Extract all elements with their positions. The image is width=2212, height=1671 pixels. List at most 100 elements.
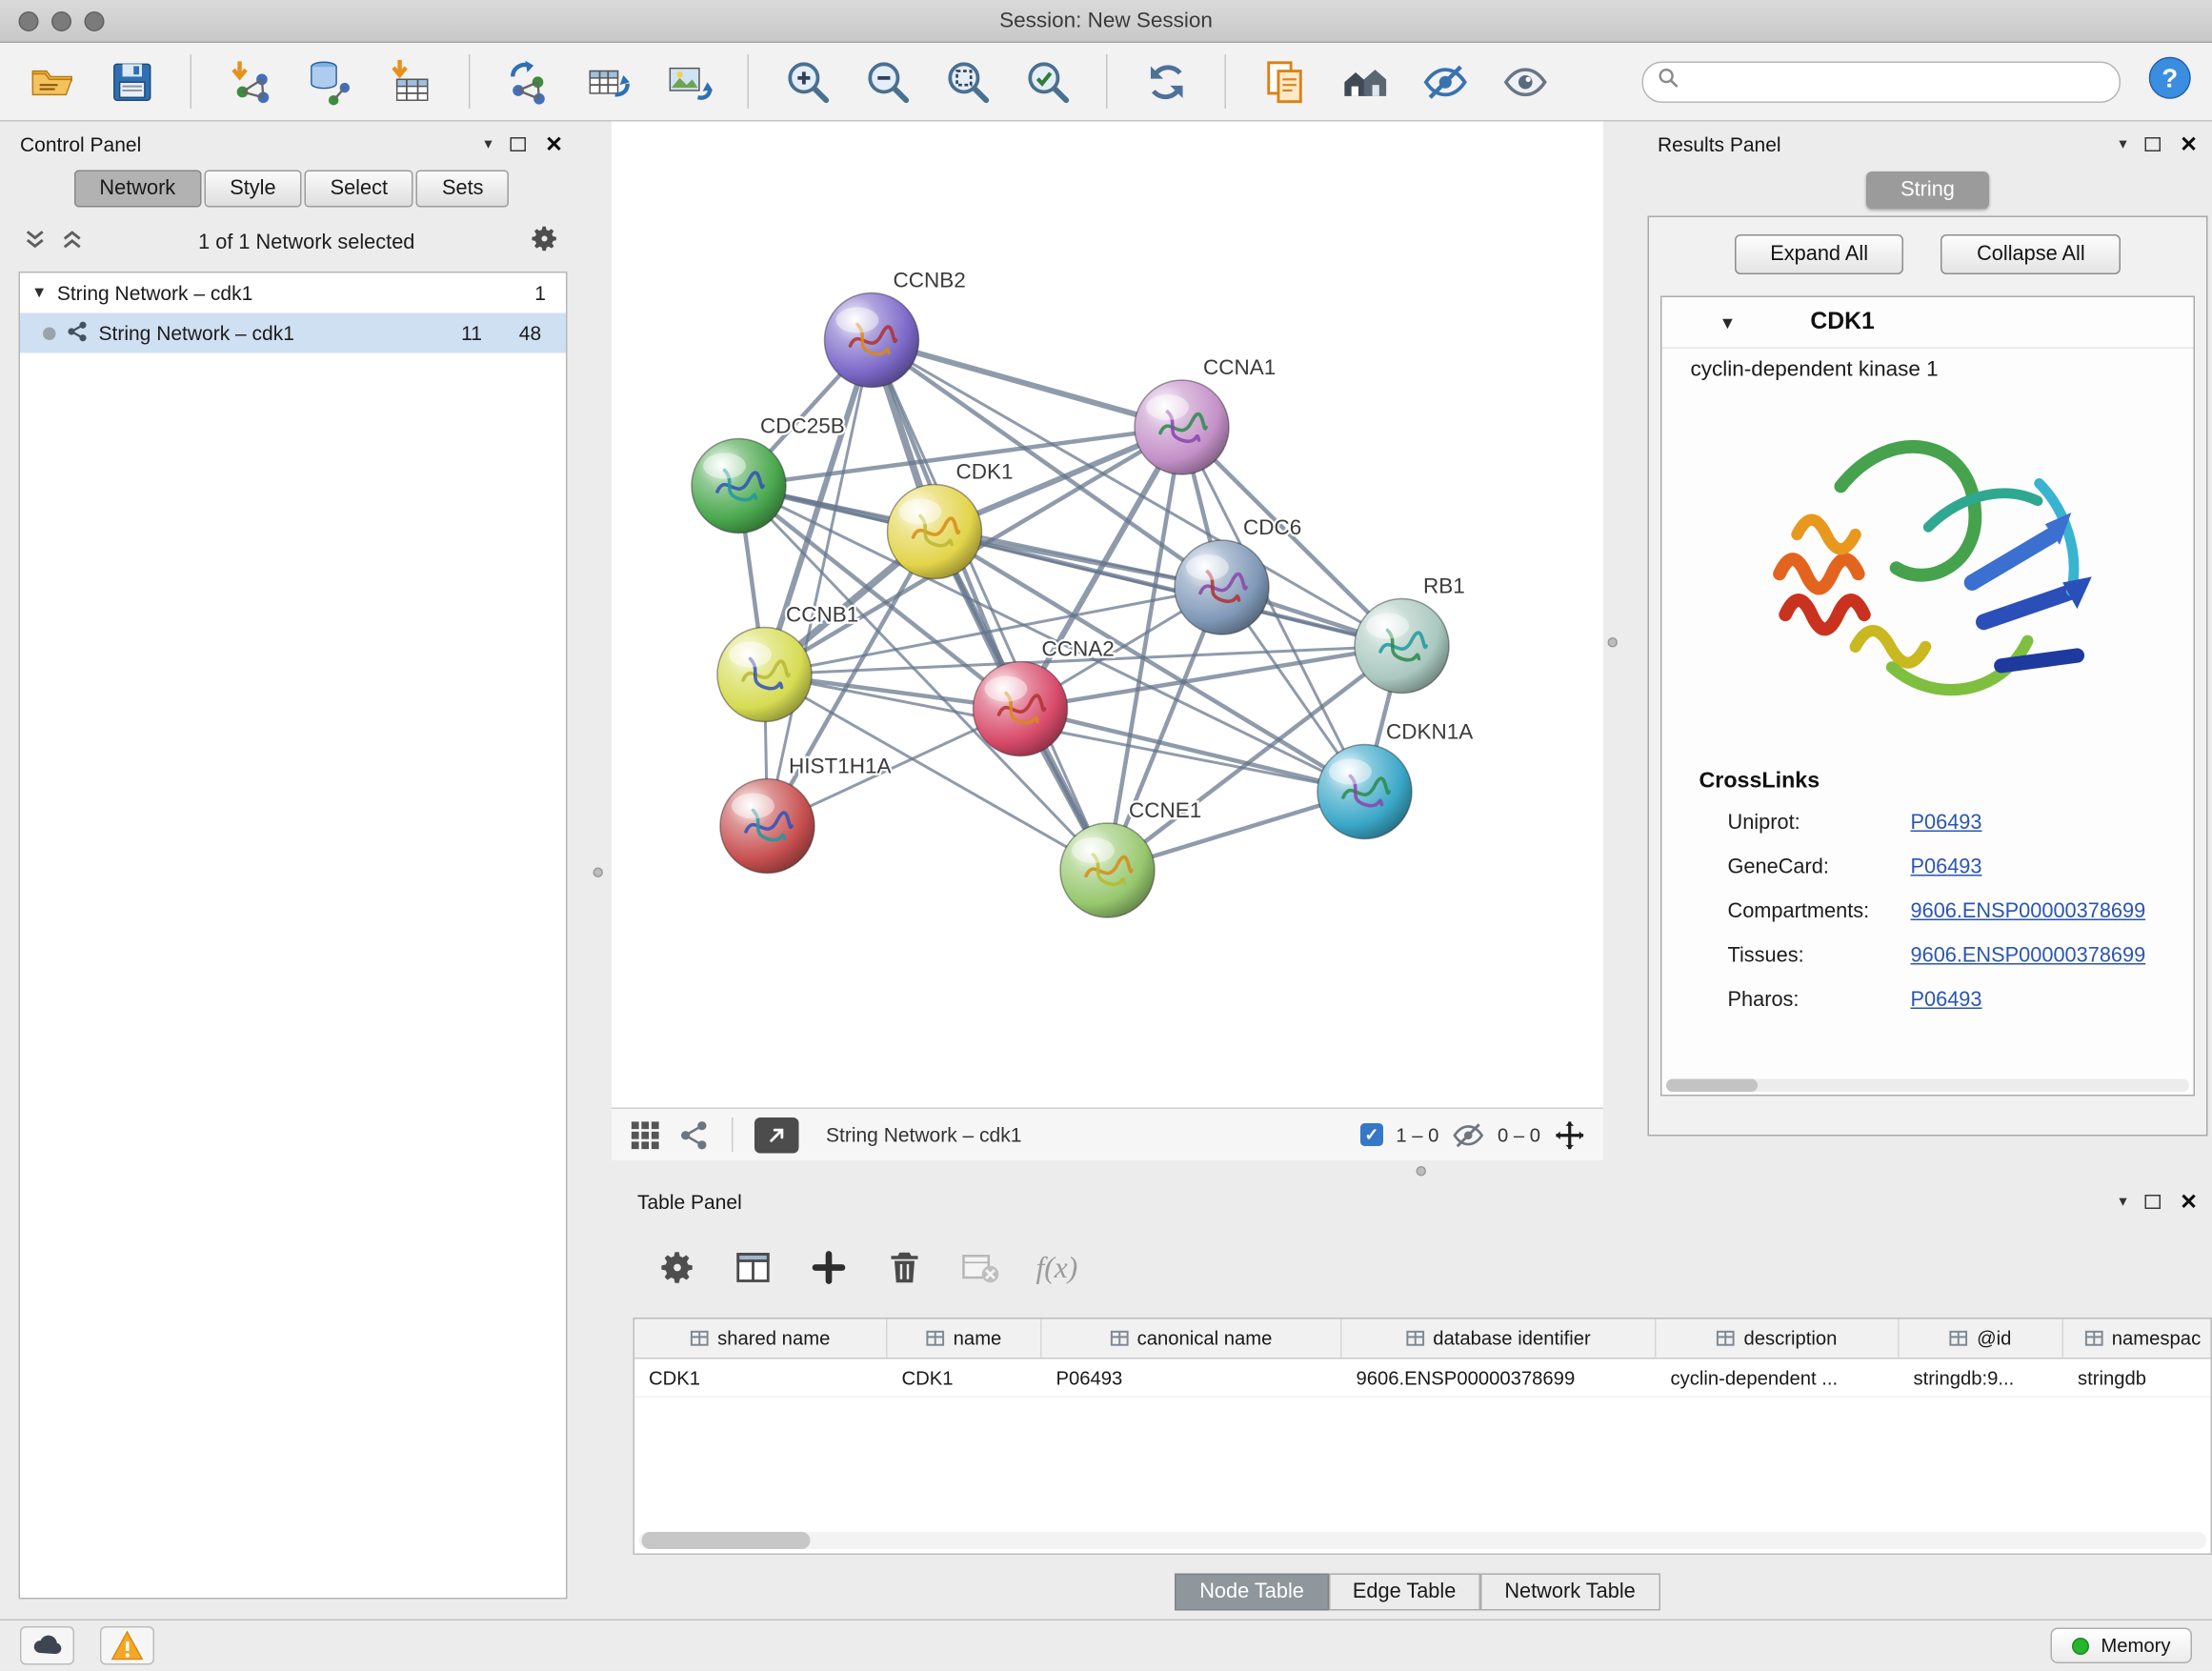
detach-view-button[interactable]	[754, 1117, 799, 1153]
network-edge[interactable]	[1020, 709, 1365, 792]
network-node-cdk1[interactable]	[888, 485, 982, 579]
import-table-file-button[interactable]	[376, 50, 445, 113]
crosslink-link[interactable]: P06493	[1911, 811, 1982, 834]
network-canvas[interactable]: CCNB2CCNA1CDC25BCDK1CDC6RB1CCNB1CCNA2CDK…	[612, 122, 1603, 1108]
results-scrollbar[interactable]	[1666, 1079, 2189, 1093]
show-all-button[interactable]	[1491, 50, 1559, 113]
table-cell[interactable]: stringdb:9...	[1900, 1359, 2064, 1397]
zoom-out-button[interactable]	[854, 50, 922, 113]
table-options-gear-icon[interactable]	[657, 1248, 697, 1288]
network-edge[interactable]	[872, 340, 1182, 428]
network-row-selected[interactable]: String Network – cdk1 11 48	[20, 313, 566, 353]
zoom-fit-button[interactable]	[934, 50, 1002, 113]
column-header-description[interactable]: description	[1657, 1319, 1900, 1359]
refresh-network-button[interactable]	[1132, 50, 1200, 113]
network-node-ccnb1[interactable]	[717, 628, 812, 722]
tab-network-table[interactable]: Network Table	[1480, 1574, 1659, 1611]
panel-float-icon[interactable]	[2145, 1194, 2162, 1208]
tab-network[interactable]: Network	[73, 171, 201, 208]
panel-menu-icon[interactable]: ▾	[484, 134, 492, 153]
memory-button[interactable]: Memory	[2051, 1628, 2192, 1664]
import-network-database-button[interactable]	[296, 50, 365, 113]
search-input[interactable]	[1689, 70, 2105, 92]
help-button[interactable]: ?	[2143, 56, 2195, 108]
selection-indicator-checkbox[interactable]: ✓	[1360, 1123, 1383, 1146]
network-node-cdc25b[interactable]	[692, 439, 786, 534]
show-columns-icon[interactable]	[734, 1248, 774, 1288]
expand-all-icon[interactable]	[23, 227, 48, 258]
panel-close-icon[interactable]: ✕	[2180, 1188, 2198, 1214]
export-image-button[interactable]	[654, 50, 723, 113]
network-node-hist1h1a[interactable]	[720, 779, 814, 874]
tab-string[interactable]: String	[1866, 171, 1989, 209]
function-builder-button[interactable]: f(x)	[1036, 1251, 1078, 1288]
table-cell[interactable]: stringdb	[2063, 1359, 2212, 1397]
network-node-cdkn1a[interactable]	[1317, 745, 1412, 839]
splitter-handle[interactable]	[1417, 1166, 1427, 1177]
crosslink-link[interactable]: 9606.ENSP00000378699	[1911, 899, 2146, 922]
search-box[interactable]	[1642, 61, 2122, 103]
tab-node-table[interactable]: Node Table	[1176, 1574, 1329, 1611]
zoom-selected-button[interactable]	[1014, 50, 1082, 113]
new-network-from-selection-button[interactable]	[494, 50, 563, 113]
results-scrollbar-thumb[interactable]	[1666, 1079, 1758, 1093]
network-node-ccnb2[interactable]	[825, 293, 919, 388]
table-row[interactable]: CDK1CDK1P064939606.ENSP00000378699cyclin…	[634, 1359, 2211, 1399]
network-edge[interactable]	[872, 340, 1108, 871]
table-scrollbar-thumb[interactable]	[642, 1532, 811, 1549]
network-node-ccna2[interactable]	[974, 662, 1068, 756]
table-cell[interactable]: CDK1	[634, 1359, 888, 1397]
hide-selected-button[interactable]	[1411, 50, 1479, 113]
tab-sets[interactable]: Sets	[416, 171, 510, 208]
panel-close-icon[interactable]: ✕	[545, 131, 563, 156]
show-graphics-details-button[interactable]	[1251, 50, 1319, 113]
gene-header[interactable]: ▼ CDK1	[1662, 297, 2194, 349]
minimize-window-button[interactable]	[51, 11, 71, 31]
hidden-items-eye-icon[interactable]	[1452, 1118, 1485, 1152]
column-header-canonical-name[interactable]: canonical name	[1042, 1319, 1342, 1359]
birdseye-view-icon[interactable]	[629, 1118, 662, 1152]
column-header-name[interactable]: name	[888, 1319, 1042, 1359]
network-node-rb1[interactable]	[1355, 599, 1449, 694]
column-header--id[interactable]: @id	[1900, 1319, 2064, 1359]
close-window-button[interactable]	[19, 11, 39, 31]
delete-column-trash-icon[interactable]	[885, 1248, 925, 1288]
warning-button[interactable]	[100, 1626, 154, 1665]
table-cell[interactable]: P06493	[1042, 1359, 1342, 1397]
panel-close-icon[interactable]: ✕	[2180, 131, 2198, 156]
create-column-plus-icon[interactable]	[809, 1248, 849, 1288]
table-cell[interactable]: cyclin-dependent ...	[1657, 1359, 1900, 1397]
network-node-ccna1[interactable]	[1135, 380, 1229, 474]
network-collection-row[interactable]: ▼ String Network – cdk1 1	[20, 273, 566, 313]
collection-expander-icon[interactable]: ▼	[31, 285, 47, 302]
cloud-status-button[interactable]	[20, 1626, 74, 1665]
save-session-button[interactable]	[97, 50, 166, 113]
expand-all-button[interactable]: Expand All	[1735, 234, 1904, 274]
collapse-all-button[interactable]: Collapse All	[1941, 234, 2122, 274]
tab-edge-table[interactable]: Edge Table	[1328, 1574, 1479, 1611]
column-header-database-identifier[interactable]: database identifier	[1342, 1319, 1657, 1359]
panel-float-icon[interactable]	[2145, 136, 2162, 151]
splitter-handle[interactable]	[1608, 637, 1619, 648]
tab-style[interactable]: Style	[204, 171, 301, 208]
network-overview-icon[interactable]	[677, 1118, 711, 1152]
home-button[interactable]	[1331, 50, 1399, 113]
table-cell[interactable]: CDK1	[888, 1359, 1042, 1397]
network-node-ccne1[interactable]	[1060, 823, 1155, 917]
zoom-window-button[interactable]	[85, 11, 105, 31]
crosslink-link[interactable]: P06493	[1911, 988, 1982, 1011]
crosslink-link[interactable]: P06493	[1911, 856, 1982, 878]
panel-float-icon[interactable]	[511, 136, 527, 151]
open-session-button[interactable]	[17, 50, 86, 113]
gene-expander-icon[interactable]: ▼	[1719, 312, 1737, 332]
column-header-namespac[interactable]: namespac	[2063, 1319, 2212, 1359]
zoom-in-button[interactable]	[774, 50, 842, 113]
network-options-gear-icon[interactable]	[529, 223, 560, 262]
splitter-handle[interactable]	[593, 868, 604, 878]
panel-menu-icon[interactable]: ▾	[2119, 134, 2126, 153]
crosslink-link[interactable]: 9606.ENSP00000378699	[1911, 944, 2146, 967]
network-node-cdc6[interactable]	[1175, 540, 1269, 634]
import-network-file-button[interactable]	[216, 50, 285, 113]
export-network-button[interactable]	[574, 50, 643, 113]
table-horizontal-scrollbar[interactable]	[639, 1532, 2207, 1549]
